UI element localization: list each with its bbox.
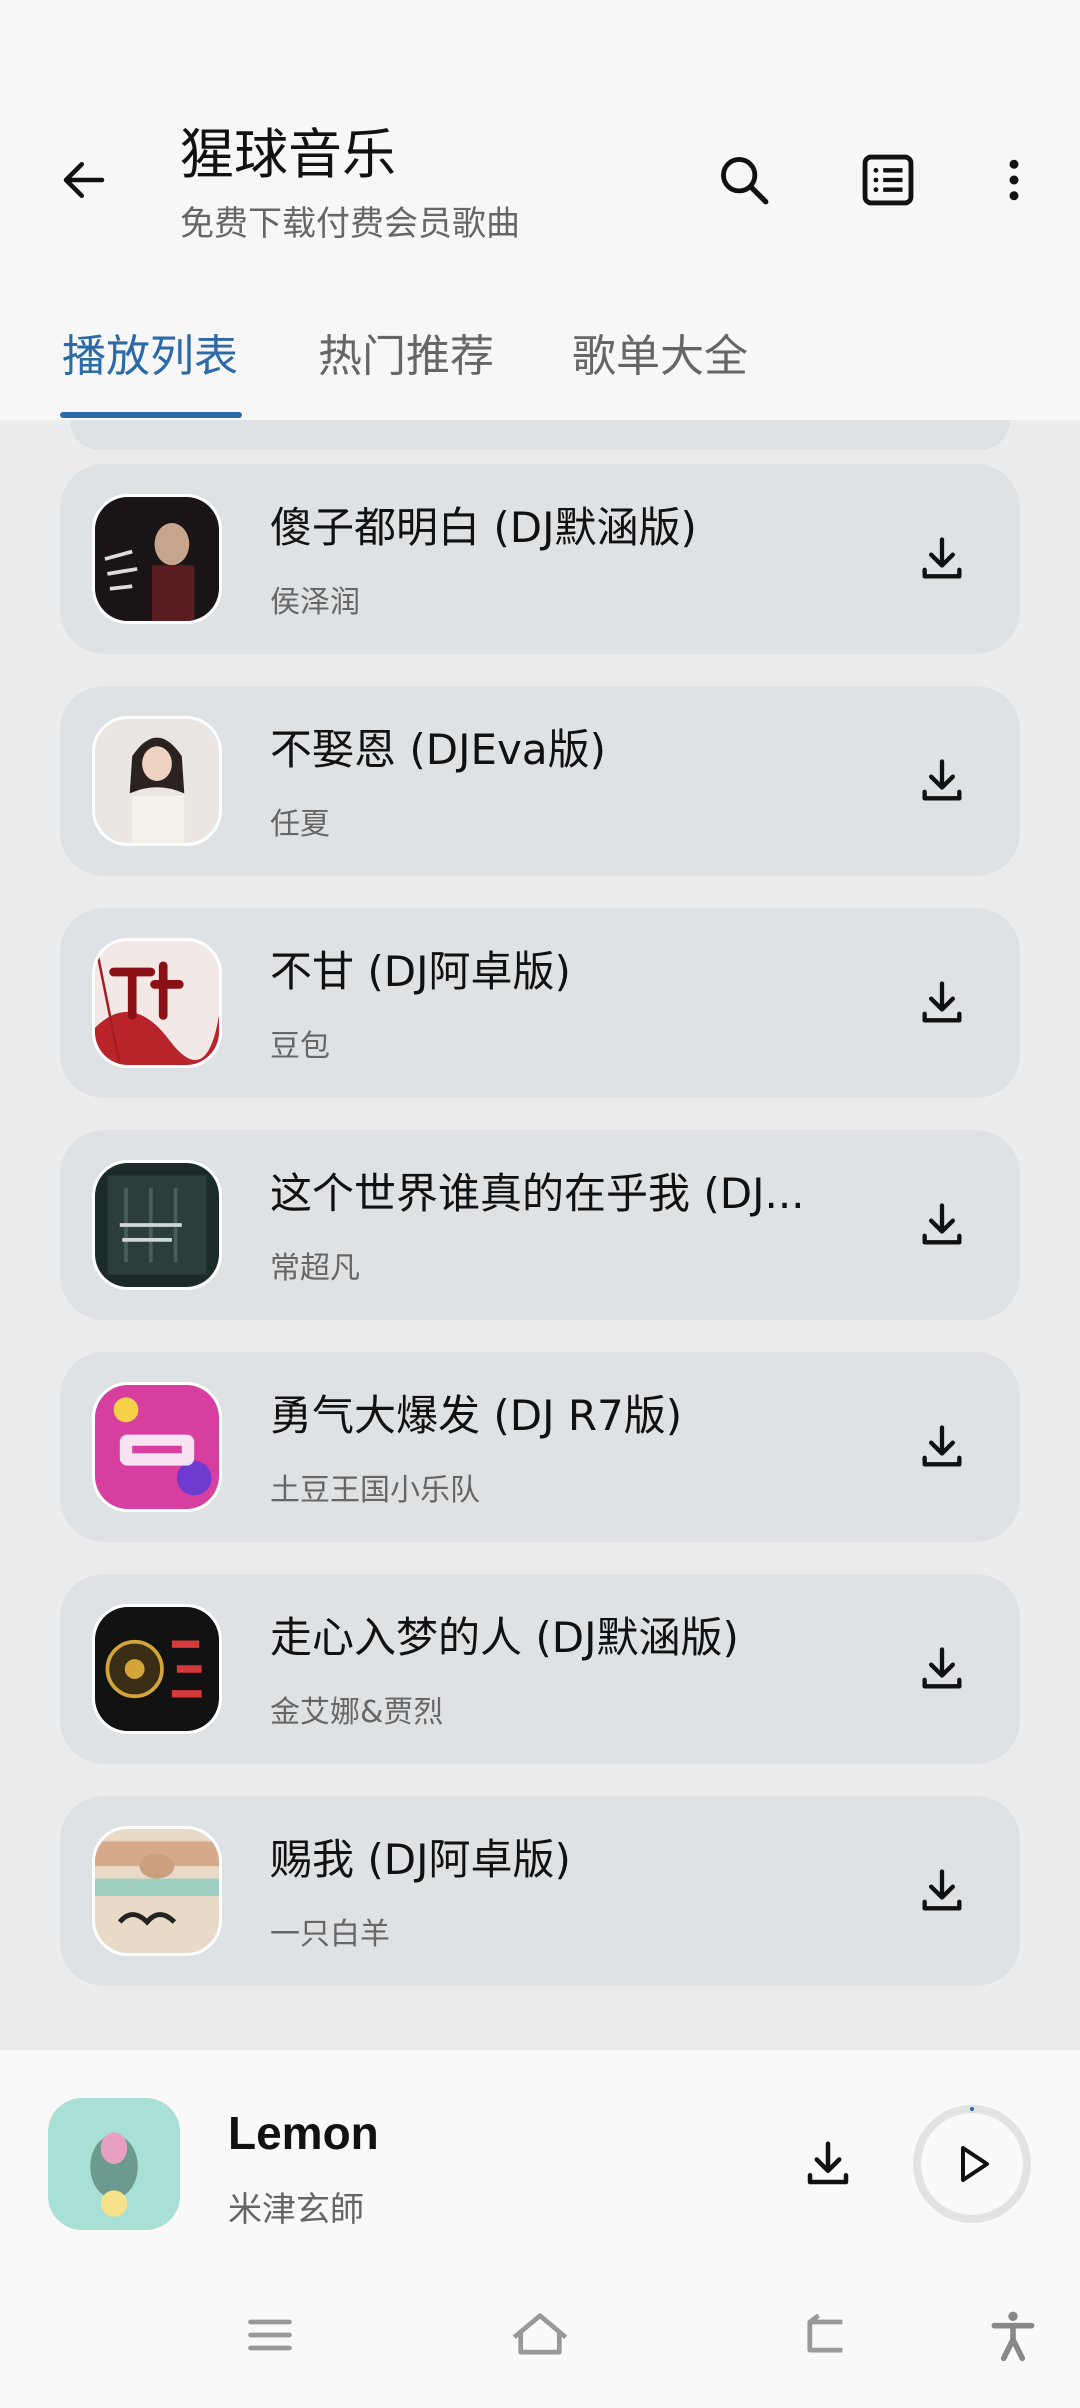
home-nav-button[interactable] bbox=[495, 2290, 585, 2380]
download-button[interactable] bbox=[894, 1621, 990, 1717]
download-button[interactable] bbox=[894, 1177, 990, 1273]
download-icon bbox=[922, 537, 962, 579]
search-icon bbox=[721, 157, 769, 205]
song-title: 不娶恩 (DJEva版) bbox=[270, 725, 606, 774]
album-cover bbox=[92, 938, 222, 1068]
accessibility-icon bbox=[991, 2311, 1035, 2362]
play-button[interactable] bbox=[910, 2102, 1034, 2226]
back-icon bbox=[807, 2313, 843, 2353]
now-playing-artist: 米津玄師 bbox=[228, 2190, 364, 2230]
search-button[interactable] bbox=[696, 132, 792, 228]
playlist-button[interactable] bbox=[840, 132, 936, 228]
now-playing-title: Lemon bbox=[228, 2107, 379, 2159]
more-vertical-icon bbox=[1009, 159, 1019, 201]
album-cover bbox=[92, 1160, 222, 1290]
song-title: 赐我 (DJ阿卓版) bbox=[270, 1835, 571, 1884]
list-item[interactable]: 不娶恩 (DJEva版) 任夏 bbox=[60, 686, 1020, 876]
play-icon bbox=[961, 2146, 989, 2182]
download-icon bbox=[922, 1647, 962, 1689]
song-artist: 任夏 bbox=[270, 807, 330, 842]
song-artist: 土豆王国小乐队 bbox=[270, 1473, 480, 1508]
album-cover bbox=[92, 1382, 222, 1512]
tab-all-playlists[interactable]: 歌单大全 bbox=[572, 320, 748, 384]
download-icon bbox=[922, 1869, 962, 1911]
tab-playlist[interactable]: 播放列表 bbox=[62, 320, 238, 384]
system-navigation-bar bbox=[0, 2260, 1080, 2408]
app-header: 猩球音乐 免费下载付费会员歌曲 播放列表 热门推荐 歌单大全 bbox=[0, 0, 1080, 420]
list-item[interactable]: 勇气大爆发 (DJ R7版) 土豆王国小乐队 bbox=[60, 1352, 1020, 1542]
more-button[interactable] bbox=[966, 132, 1062, 228]
progress-ring bbox=[913, 2105, 1031, 2223]
album-cover bbox=[92, 716, 222, 846]
home-icon bbox=[512, 2313, 568, 2355]
download-icon bbox=[922, 1425, 962, 1467]
app-subtitle: 免费下载付费会员歌曲 bbox=[180, 204, 520, 244]
menu-icon bbox=[248, 2319, 292, 2351]
app-title: 猩球音乐 bbox=[180, 123, 396, 186]
tab-bar: 播放列表 热门推荐 歌单大全 bbox=[0, 300, 1080, 420]
album-cover bbox=[92, 1604, 222, 1734]
song-title: 这个世界谁真的在乎我 (DJ... bbox=[270, 1169, 805, 1218]
back-button[interactable] bbox=[36, 132, 132, 228]
download-button[interactable] bbox=[894, 511, 990, 607]
back-nav-button[interactable] bbox=[780, 2290, 870, 2380]
song-artist: 金艾娜&贾烈 bbox=[270, 1695, 444, 1730]
now-playing-bar[interactable]: Lemon 米津玄師 bbox=[0, 2050, 1080, 2260]
list-item-partial bbox=[70, 420, 1010, 450]
song-title: 傻子都明白 (DJ默涵版) bbox=[270, 503, 697, 552]
list-icon bbox=[862, 154, 914, 206]
song-artist: 常超凡 bbox=[270, 1251, 360, 1286]
download-button[interactable] bbox=[894, 1843, 990, 1939]
tab-hot-recommend[interactable]: 热门推荐 bbox=[318, 320, 494, 384]
now-playing-download-button[interactable] bbox=[780, 2116, 876, 2212]
song-list[interactable]: 傻子都明白 (DJ默涵版) 侯泽润 不娶恩 (DJEva版) 任夏 不甘 (DJ… bbox=[0, 420, 1080, 2050]
song-title: 走心入梦的人 (DJ默涵版) bbox=[270, 1613, 739, 1662]
song-artist: 一只白羊 bbox=[270, 1917, 390, 1952]
song-title: 勇气大爆发 (DJ R7版) bbox=[270, 1391, 683, 1440]
download-icon bbox=[922, 759, 962, 801]
download-button[interactable] bbox=[894, 1399, 990, 1495]
now-playing-cover[interactable] bbox=[48, 2098, 180, 2230]
list-item[interactable]: 傻子都明白 (DJ默涵版) 侯泽润 bbox=[60, 464, 1020, 654]
download-icon bbox=[922, 1203, 962, 1245]
album-cover bbox=[92, 494, 222, 624]
song-title: 不甘 (DJ阿卓版) bbox=[270, 947, 571, 996]
album-cover bbox=[92, 1826, 222, 1956]
arrow-left-icon bbox=[63, 162, 105, 198]
list-item[interactable]: 这个世界谁真的在乎我 (DJ... 常超凡 bbox=[60, 1130, 1020, 1320]
list-item[interactable]: 走心入梦的人 (DJ默涵版) 金艾娜&贾烈 bbox=[60, 1574, 1020, 1764]
tab-indicator bbox=[60, 412, 242, 418]
accessibility-nav-button[interactable] bbox=[968, 2290, 1058, 2380]
download-button[interactable] bbox=[894, 733, 990, 829]
download-button[interactable] bbox=[894, 955, 990, 1051]
download-icon bbox=[807, 2141, 849, 2185]
list-item[interactable]: 不甘 (DJ阿卓版) 豆包 bbox=[60, 908, 1020, 1098]
menu-nav-button[interactable] bbox=[225, 2290, 315, 2380]
download-icon bbox=[922, 981, 962, 1023]
list-item[interactable]: 赐我 (DJ阿卓版) 一只白羊 bbox=[60, 1796, 1020, 1986]
song-artist: 豆包 bbox=[270, 1029, 330, 1064]
song-artist: 侯泽润 bbox=[270, 585, 360, 620]
